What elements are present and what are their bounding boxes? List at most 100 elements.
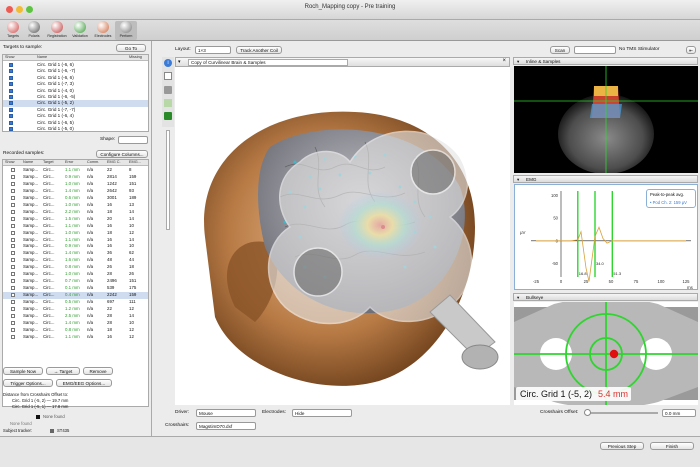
sample-checkbox[interactable]	[11, 300, 15, 305]
layer-icon[interactable]	[164, 99, 172, 107]
panel-toggle-icon[interactable]: ⇤	[686, 46, 696, 54]
3d-viewport[interactable]	[175, 67, 510, 405]
finish-button[interactable]: Finish	[650, 442, 694, 450]
sample-checkbox[interactable]	[11, 320, 15, 325]
sample-row[interactable]: Samp... Circ... 0.5 mm n/a 697 111	[3, 299, 148, 306]
sample-row[interactable]: Samp... Circ... 2.5 mm n/a 28 14	[3, 313, 148, 320]
sample-row[interactable]: Samp... Circ... 1.1 mm n/a 16 14	[3, 237, 148, 244]
sample-checkbox[interactable]	[11, 174, 15, 179]
sample-checkbox[interactable]	[11, 334, 15, 339]
trigger-options-button[interactable]: Trigger Options...	[3, 379, 53, 387]
emg-options-button[interactable]: EMG/EEG Options...	[56, 379, 112, 387]
tool-icon[interactable]	[164, 86, 172, 94]
sample-row[interactable]: Samp... Circ... 1.0 mm n/a 16 13	[3, 202, 148, 209]
zoom-slider-track[interactable]	[166, 130, 170, 230]
sample-row[interactable]: Samp... Circ... 0.9 mm n/a 16 10	[3, 243, 148, 250]
sample-checkbox[interactable]	[11, 293, 15, 298]
sample-checkbox[interactable]	[11, 286, 15, 291]
sample-checkbox[interactable]	[11, 223, 15, 228]
driver-select[interactable]: Mouse	[196, 409, 256, 417]
info-icon[interactable]: i	[164, 59, 172, 67]
inline-menu-icon[interactable]: ▾	[517, 58, 519, 65]
toolbar-polaris-button[interactable]: Polaris	[23, 21, 45, 40]
sample-row[interactable]: Samp... Circ... 1.4 mm n/a 28 10	[3, 320, 148, 327]
crosshairs-offset-input[interactable]: 0.0 mm	[662, 409, 696, 417]
sample-row[interactable]: Samp... Circ... 1.4 mm n/a 2642 93	[3, 188, 148, 195]
goto-button[interactable]: Go To	[116, 44, 146, 52]
target-checkbox[interactable]	[9, 69, 13, 74]
target-checkbox[interactable]	[9, 114, 13, 119]
shape-select[interactable]	[118, 136, 148, 144]
bullseye-view[interactable]: Circ. Grid 1 (-5, 2) 5.4 mm	[514, 302, 698, 405]
expand-icon[interactable]	[164, 72, 172, 80]
sample-checkbox[interactable]	[11, 327, 15, 332]
sample-checkbox[interactable]	[11, 237, 15, 242]
toolbar-perform-button[interactable]: Perform	[115, 21, 137, 40]
sample-row[interactable]: Samp... Circ... 1.1 mm n/a 22 8	[3, 167, 148, 174]
scan-button[interactable]: Scan	[550, 46, 570, 54]
sample-checkbox[interactable]	[11, 258, 15, 263]
sample-checkbox[interactable]	[11, 265, 15, 270]
target-checkbox[interactable]	[9, 75, 13, 80]
emg-menu-icon[interactable]: ▾	[517, 176, 519, 183]
sample-checkbox[interactable]	[11, 209, 15, 214]
sample-row[interactable]: Samp... Circ... 2.2 mm n/a 18 14	[3, 209, 148, 216]
sample-row[interactable]: Samp... Circ... 1.5 mm n/a 20 14	[3, 216, 148, 223]
sample-checkbox[interactable]	[11, 244, 15, 249]
target-checkbox[interactable]	[9, 63, 13, 67]
electrodes-select[interactable]: Hide	[292, 409, 352, 417]
track-another-coil-button[interactable]: Track Another Coil	[236, 46, 282, 54]
sample-checkbox[interactable]	[11, 307, 15, 311]
toolbar-electrodes-button[interactable]: Electrodes	[92, 21, 114, 40]
sample-checkbox[interactable]	[11, 181, 15, 186]
target-checkbox[interactable]	[9, 82, 13, 87]
cube-icon[interactable]	[164, 112, 172, 120]
crosshairs-offset-slider[interactable]	[584, 409, 658, 416]
sample-checkbox[interactable]	[11, 188, 15, 193]
viewport-close-icon[interactable]: ×	[502, 58, 506, 64]
sample-row[interactable]: Samp... Circ... 0.7 mm n/a 2496 151	[3, 278, 148, 285]
viewport-menu-icon[interactable]: ▾	[178, 59, 181, 65]
toolbar-validation-button[interactable]: Validation	[69, 21, 91, 40]
sample-row[interactable]: Samp... Circ... 0.4 mm n/a 2242 159	[3, 292, 148, 299]
sample-checkbox[interactable]	[11, 202, 15, 207]
to-target-button[interactable]: → Target	[46, 367, 80, 375]
sample-row[interactable]: Samp... Circ... 0.8 mm n/a 26 18	[3, 264, 148, 271]
sample-row[interactable]: Samp... Circ... 0.1 mm n/a 539 175	[3, 285, 148, 292]
sample-checkbox[interactable]	[11, 230, 15, 235]
sample-row[interactable]: Samp... Circ... 0.9 mm n/a 2814 159	[3, 174, 148, 181]
previous-step-button[interactable]: Previous Step	[600, 442, 644, 450]
sample-checkbox[interactable]	[11, 168, 15, 172]
sample-row[interactable]: Samp... Circ... 1.4 mm n/a 36 62	[3, 250, 148, 257]
sample-row[interactable]: Samp... Circ... 0.6 mm n/a 3001 189	[3, 195, 148, 202]
toolbar-registration-button[interactable]: Registration	[46, 21, 68, 40]
target-checkbox[interactable]	[9, 88, 13, 93]
sample-row[interactable]: Samp... Circ... 1.0 mm n/a 28 26	[3, 271, 148, 278]
sample-now-button[interactable]: Sample Now	[3, 367, 43, 375]
remove-button[interactable]: Remove	[83, 367, 113, 375]
target-checkbox[interactable]	[9, 101, 13, 106]
sample-row[interactable]: Samp... Circ... 1.1 mm n/a 16 12	[3, 334, 148, 341]
stimulator-select[interactable]	[574, 46, 616, 54]
sample-checkbox[interactable]	[11, 251, 15, 256]
sample-row[interactable]: Samp... Circ... 1.0 mm n/a 1242 151	[3, 181, 148, 188]
crosshairs-select[interactable]: MagstimD70.dxf	[196, 422, 256, 430]
sample-checkbox[interactable]	[11, 195, 15, 200]
bullseye-menu-icon[interactable]: ▾	[517, 294, 519, 301]
target-checkbox[interactable]	[9, 127, 13, 131]
sample-checkbox[interactable]	[11, 313, 15, 318]
viewport-select[interactable]: Copy of Curvilinear Brain & Samples	[188, 59, 348, 66]
target-row[interactable]: Circ. Grid 1 (-5, 0)	[3, 126, 148, 131]
configure-columns-button[interactable]: Configure Columns...	[96, 150, 148, 158]
sample-checkbox[interactable]	[11, 272, 15, 277]
sample-row[interactable]: Samp... Circ... 1.0 mm n/a 18 12	[3, 230, 148, 237]
target-checkbox[interactable]	[9, 107, 13, 112]
sample-row[interactable]: Samp... Circ... 1.6 mm n/a 48 44	[3, 257, 148, 264]
toolbar-targets-button[interactable]: Targets	[2, 21, 24, 40]
sample-row[interactable]: Samp... Circ... 1.1 mm n/a 16 10	[3, 223, 148, 230]
sample-row[interactable]: Samp... Circ... 1.2 mm n/a 22 12	[3, 306, 148, 313]
sample-checkbox[interactable]	[11, 216, 15, 221]
inline-mri-view[interactable]	[514, 66, 698, 173]
target-checkbox[interactable]	[9, 95, 13, 99]
sample-checkbox[interactable]	[11, 279, 15, 284]
